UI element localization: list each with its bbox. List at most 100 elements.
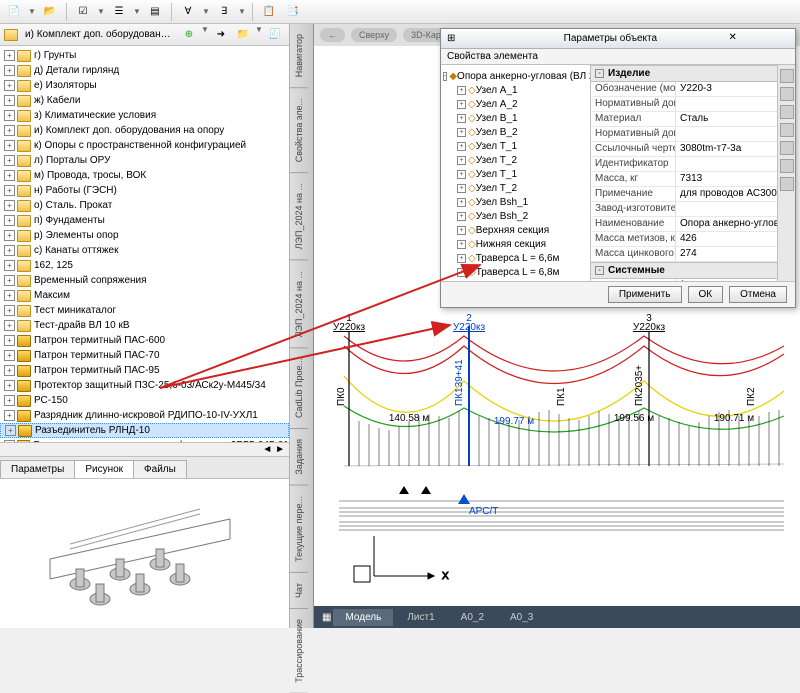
element-tree-item[interactable]: +◇ Узел Т_2 bbox=[443, 153, 588, 167]
prop-value[interactable] bbox=[676, 97, 777, 111]
prop-row[interactable]: Обозначение (модель)У220-3 bbox=[591, 82, 777, 97]
pill-back[interactable]: ← bbox=[320, 28, 345, 42]
prop-group-header[interactable]: -Изделие bbox=[591, 65, 777, 82]
element-tree-item[interactable]: +◇ Нижняя секция bbox=[443, 237, 588, 251]
expand-icon[interactable]: + bbox=[4, 245, 15, 256]
tree-item[interactable]: +Разъединитель РЛНД-10 bbox=[0, 423, 289, 438]
tree-item[interactable]: +з) Климатические условия bbox=[0, 108, 289, 123]
expand-icon[interactable]: + bbox=[4, 185, 15, 196]
prop-row[interactable]: Ссылочный чертеж3080tm-т7-3a bbox=[591, 142, 777, 157]
vtab[interactable]: ЛЭП_2024 на ... bbox=[290, 261, 308, 348]
element-tree-item[interactable]: +◇ Узел Bsh_1 bbox=[443, 195, 588, 209]
property-grid[interactable]: -ИзделиеОбозначение (модель)У220-3Нормат… bbox=[591, 65, 777, 281]
expand-icon[interactable]: + bbox=[4, 170, 15, 181]
expand-icon[interactable]: + bbox=[4, 380, 15, 391]
vtab[interactable]: CadLib Прое... bbox=[290, 348, 308, 429]
side-btn-4[interactable] bbox=[780, 123, 794, 137]
tree-item[interactable]: +е) Изоляторы bbox=[0, 78, 289, 93]
expand-icon[interactable]: + bbox=[4, 80, 15, 91]
prop-value[interactable]: Опора анкерно-угловая (ВЛ 220 кВ) bbox=[676, 217, 777, 231]
element-tree-item[interactable]: +◇ Узел В_2 bbox=[443, 125, 588, 139]
tab-params[interactable]: Параметры bbox=[0, 460, 75, 478]
catalog-tree[interactable]: +г) Грунты+д) Детали гирлянд+е) Изолятор… bbox=[0, 46, 289, 442]
tree-item[interactable]: +д) Детали гирлянд bbox=[0, 63, 289, 78]
element-tree-item[interactable]: +◇ Узел А_2 bbox=[443, 97, 588, 111]
element-tree[interactable]: -◆ Опора анкерно-угловая (ВЛ 220 кВ) У22… bbox=[441, 65, 591, 281]
prop-row[interactable]: Масса метизов, кг426 bbox=[591, 232, 777, 247]
prop-value[interactable]: 3080tm-т7-3a bbox=[676, 142, 777, 156]
prop-row[interactable]: Нормативный документ bbox=[591, 97, 777, 112]
tree-item[interactable]: +Тест-драйв ВЛ 10 кВ bbox=[0, 318, 289, 333]
expand-icon[interactable]: + bbox=[5, 425, 16, 436]
expand-icon[interactable]: + bbox=[4, 200, 15, 211]
prop-row[interactable]: МатериалСталь bbox=[591, 112, 777, 127]
expand-icon[interactable]: + bbox=[4, 155, 15, 166]
dtab-sheet1[interactable]: Лист1 bbox=[395, 609, 446, 626]
folder-open-icon[interactable]: 📁 bbox=[233, 25, 253, 45]
prop-value[interactable]: 274 bbox=[676, 247, 777, 261]
tb-list-icon[interactable]: ☰ bbox=[109, 2, 129, 22]
element-tree-item[interactable]: +◇ Узел T_2 bbox=[443, 181, 588, 195]
prop-icon[interactable]: 🧾 bbox=[265, 25, 285, 45]
tree-item[interactable]: +к) Опоры с пространственной конфигураци… bbox=[0, 138, 289, 153]
tree-item[interactable]: +г) Грунты bbox=[0, 48, 289, 63]
tree-item[interactable]: +л) Порталы ОРУ bbox=[0, 153, 289, 168]
prop-value[interactable] bbox=[676, 202, 777, 216]
prop-row[interactable]: Нормативный документ bbox=[591, 127, 777, 142]
tree-item[interactable]: +РС-150 bbox=[0, 393, 289, 408]
expand-icon[interactable]: + bbox=[4, 140, 15, 151]
vtab[interactable]: Навигатор bbox=[290, 24, 308, 88]
tab-files[interactable]: Файлы bbox=[133, 460, 187, 478]
tree-item[interactable]: +Временный сопряжения bbox=[0, 273, 289, 288]
tree-item[interactable]: +Патрон термитный ПАС-95 bbox=[0, 363, 289, 378]
tree-item[interactable]: +Патрон термитный ПАС-70 bbox=[0, 348, 289, 363]
tb-copy-icon[interactable]: 📑 bbox=[283, 2, 303, 22]
expand-icon[interactable]: + bbox=[4, 65, 15, 76]
expand-icon[interactable]: + bbox=[4, 365, 15, 376]
expand-icon[interactable]: + bbox=[4, 50, 15, 61]
vtab[interactable]: Текущие пере... bbox=[290, 486, 308, 573]
expand-icon[interactable]: + bbox=[4, 320, 15, 331]
add-green-icon[interactable]: ⊕ bbox=[179, 25, 199, 45]
expand-icon[interactable]: + bbox=[4, 215, 15, 226]
side-btn-5[interactable] bbox=[780, 141, 794, 155]
side-btn-6[interactable] bbox=[780, 159, 794, 173]
tab-image[interactable]: Рисунок bbox=[74, 460, 134, 478]
prop-value[interactable]: У220-3 bbox=[676, 82, 777, 96]
side-btn-3[interactable] bbox=[780, 105, 794, 119]
prop-row[interactable]: Масса цинкового покр.274 bbox=[591, 247, 777, 262]
tree-item[interactable]: +о) Сталь. Прокат bbox=[0, 198, 289, 213]
prop-value[interactable]: для проводов АС300/39-АС400/51 bbox=[676, 187, 777, 201]
tree-item[interactable]: +п) Фундаменты bbox=[0, 213, 289, 228]
prop-row[interactable]: Примечаниедля проводов АС300/39-АС400/51 bbox=[591, 187, 777, 202]
dtab-a02[interactable]: А0_2 bbox=[449, 609, 496, 626]
vtab[interactable]: Задания bbox=[290, 429, 308, 486]
prop-row[interactable]: НаименованиеОпора анкерно-угловая (ВЛ 22… bbox=[591, 217, 777, 232]
dtab-a03[interactable]: А0_3 bbox=[498, 609, 545, 626]
tree-item[interactable]: +Максим bbox=[0, 288, 289, 303]
tree-item[interactable]: +Тест миникаталог bbox=[0, 303, 289, 318]
expand-icon[interactable]: + bbox=[4, 260, 15, 271]
prop-value[interactable]: 426 bbox=[676, 232, 777, 246]
tree-item[interactable]: +р) Элементы опор bbox=[0, 228, 289, 243]
expand-icon[interactable]: + bbox=[4, 95, 15, 106]
prop-row[interactable]: Завод-изготовитель bbox=[591, 202, 777, 217]
tree-item[interactable]: +м) Провода, тросы, ВОК bbox=[0, 168, 289, 183]
prop-value[interactable] bbox=[676, 157, 777, 171]
tree-item[interactable]: +Протектор защитный ПЗС-25,6-03/АСк2у-М4… bbox=[0, 378, 289, 393]
tree-item[interactable]: +162, 125 bbox=[0, 258, 289, 273]
vtab[interactable]: Свойства эле... bbox=[290, 88, 308, 173]
element-tree-item[interactable]: +◇ Узел А_1 bbox=[443, 83, 588, 97]
prop-value[interactable] bbox=[676, 127, 777, 141]
hscroll[interactable]: ◄ ► bbox=[0, 442, 289, 456]
vtab[interactable]: Трассирование bbox=[290, 609, 308, 693]
ok-button[interactable]: ОК bbox=[688, 286, 724, 303]
tree-item[interactable]: +Разрядник длинно-искровой РДИПО-10-IV-У… bbox=[0, 408, 289, 423]
expand-icon[interactable]: + bbox=[4, 305, 15, 316]
prop-value[interactable]: 7313 bbox=[676, 172, 777, 186]
tb-sym2-icon[interactable]: ∃ bbox=[214, 2, 234, 22]
vtab[interactable]: ЛЭП_2024 на ... bbox=[290, 173, 308, 260]
tb-open-icon[interactable]: 📂 bbox=[40, 2, 60, 22]
expand-icon[interactable]: + bbox=[4, 125, 15, 136]
tree-item[interactable]: +с) Канаты оттяжек bbox=[0, 243, 289, 258]
